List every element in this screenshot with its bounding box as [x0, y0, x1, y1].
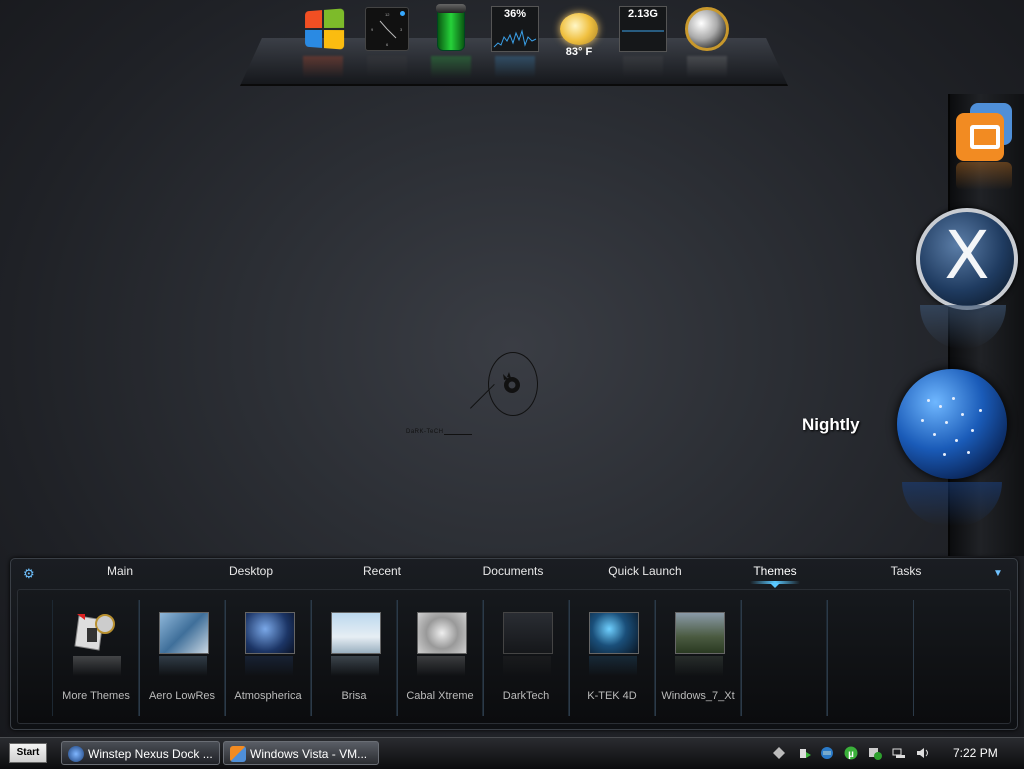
wallpaper-logo-underline: [444, 434, 472, 435]
dock-item-weather[interactable]: 83° F: [554, 6, 604, 76]
nexus-tabbed-panel: ⚙ Main Desktop Recent Documents Quick La…: [10, 558, 1018, 730]
tab-tasks[interactable]: Tasks: [851, 564, 961, 578]
taskbar-button-vmware[interactable]: Windows Vista - VM...: [223, 741, 379, 765]
wallpaper-logo-text: DaRK-TeCH: [406, 429, 444, 435]
dock-item-recycle-bin[interactable]: [426, 4, 476, 78]
theme-item[interactable]: More Themes: [52, 600, 140, 716]
drive-meter-icon: 2.13G: [619, 6, 667, 52]
theme-empty-slot: [826, 600, 914, 716]
x-app-glyph: X: [944, 217, 990, 294]
tab-themes[interactable]: Themes: [720, 564, 830, 578]
network-globe-icon: [685, 7, 729, 51]
x-app-icon[interactable]: X: [916, 208, 1018, 310]
more-themes-icon: [73, 612, 121, 652]
dock-item-cpu-meter[interactable]: 36%: [490, 6, 540, 78]
theme-label: Cabal Xtreme: [406, 690, 474, 702]
taskbar-button-winstep[interactable]: Winstep Nexus Dock ...: [61, 741, 220, 765]
theme-item[interactable]: DarkTech: [482, 600, 570, 716]
dock-item-drive-meter[interactable]: 2.13G: [618, 6, 668, 78]
weather-temperature: 83° F: [565, 46, 593, 58]
start-button[interactable]: Start: [9, 743, 47, 763]
clock-icon: 12 3 6 9: [365, 7, 409, 51]
collapse-icon[interactable]: ▼: [993, 569, 1003, 579]
utorrent-icon[interactable]: µ: [844, 746, 858, 760]
tab-main[interactable]: Main: [65, 564, 175, 578]
svg-text:9: 9: [371, 27, 374, 32]
theme-empty-slot: [740, 600, 828, 716]
weather-sun-icon: [560, 13, 598, 45]
top-dock: 12 3 6 9 36% 83° F 2.13G: [240, 0, 788, 86]
safely-remove-icon[interactable]: [798, 746, 812, 760]
theme-thumbnail: [245, 612, 295, 654]
svg-text:µ: µ: [848, 749, 854, 760]
tab-quick-launch[interactable]: Quick Launch: [590, 564, 700, 578]
taskbar: Start Winstep Nexus Dock ... Windows Vis…: [0, 737, 1024, 769]
winstep-icon: [68, 746, 84, 762]
theme-thumbnail: [159, 612, 209, 654]
diamond-icon[interactable]: [772, 746, 786, 760]
nightly-globe-icon[interactable]: [897, 369, 1007, 479]
nightly-label: Nightly: [802, 415, 860, 434]
theme-thumbnail: [675, 612, 725, 654]
theme-item[interactable]: Cabal Xtreme: [396, 600, 484, 716]
windows-logo-reflection: [303, 56, 343, 78]
theme-item[interactable]: Atmospherica: [224, 600, 312, 716]
dock-item-network[interactable]: [682, 6, 732, 78]
security-check-icon[interactable]: [868, 746, 882, 760]
theme-item[interactable]: Windows_7_Xt: [654, 600, 742, 716]
theme-thumbnail: [331, 612, 381, 654]
theme-label: Aero LowRes: [148, 690, 216, 702]
vmware-icon[interactable]: [956, 103, 1012, 161]
network-connection-icon[interactable]: [820, 746, 834, 760]
svg-text:3: 3: [400, 27, 403, 32]
theme-label: Windows_7_Xt: [661, 690, 735, 702]
theme-label: More Themes: [62, 690, 130, 702]
active-tab-arrow-icon: [770, 583, 780, 588]
theme-label: DarkTech: [502, 690, 550, 702]
system-clock[interactable]: 7:22 PM: [953, 746, 998, 760]
recycle-bin-icon: [436, 4, 466, 51]
settings-gear-icon[interactable]: ⚙: [23, 567, 35, 580]
svg-text:12: 12: [385, 12, 390, 17]
vmware-small-icon: [230, 746, 246, 762]
wallpaper-logo-icon: [503, 372, 520, 393]
theme-thumbnail: [589, 612, 639, 654]
dock-item-windows[interactable]: [298, 6, 348, 78]
theme-label: Brisa: [341, 690, 367, 702]
theme-label: Atmospherica: [234, 690, 302, 702]
theme-item[interactable]: K-TEK 4D: [568, 600, 656, 716]
vmware-reflection: [956, 162, 1012, 190]
themes-grid: More Themes Aero LowRes Atmospherica Bri…: [17, 589, 1011, 724]
volume-icon[interactable]: [916, 746, 930, 760]
theme-item[interactable]: Aero LowRes: [138, 600, 226, 716]
theme-thumbnail: [503, 612, 553, 654]
tab-desktop[interactable]: Desktop: [196, 564, 306, 578]
tab-documents[interactable]: Documents: [458, 564, 568, 578]
network-status-icon[interactable]: [892, 746, 906, 760]
tab-recent[interactable]: Recent: [327, 564, 437, 578]
svg-text:6: 6: [386, 42, 389, 47]
taskbar-button-label: Windows Vista - VM...: [250, 747, 368, 761]
theme-label: K-TEK 4D: [587, 690, 637, 702]
theme-thumbnail: [417, 612, 467, 654]
theme-item[interactable]: Brisa: [310, 600, 398, 716]
taskbar-button-label: Winstep Nexus Dock ...: [88, 747, 213, 761]
dock-item-clock[interactable]: 12 3 6 9: [362, 6, 412, 78]
windows-logo-icon: [305, 8, 345, 50]
cpu-meter-icon: 36%: [491, 6, 539, 52]
